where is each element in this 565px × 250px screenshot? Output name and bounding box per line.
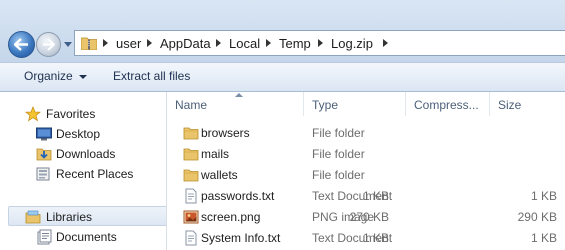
file-compressed-size: 270 KB [349, 210, 389, 224]
column-header-compressed[interactable]: Compress... [406, 92, 490, 116]
text-file-icon [185, 230, 197, 246]
file-name: passwords.txt [201, 189, 275, 203]
breadcrumb-separator-icon[interactable] [383, 39, 388, 47]
file-row-system-info-txt[interactable]: System Info.txt Text Document 1 KB 1 KB [167, 228, 565, 249]
file-size: 290 KB [517, 210, 557, 224]
column-header-size[interactable]: Size [490, 92, 565, 116]
extract-all-files-button[interactable]: Extract all files [113, 69, 190, 83]
breadcrumb-temp[interactable]: Temp [279, 36, 311, 51]
file-list: Name Type Compress... Size browsers File… [167, 92, 565, 250]
column-header-name[interactable]: Name [167, 92, 304, 116]
command-toolbar: Organize Extract all files [0, 62, 565, 92]
file-name: wallets [201, 168, 238, 182]
file-type: File folder [312, 126, 365, 140]
nav-item-recent-places[interactable]: Recent Places [0, 164, 166, 184]
breadcrumb-separator-icon[interactable] [103, 39, 108, 47]
breadcrumb-separator-icon[interactable] [147, 39, 152, 47]
recent-places-icon [36, 167, 50, 181]
back-arrow-icon [14, 38, 28, 51]
chevron-down-icon [78, 74, 87, 79]
file-compressed-size: 1 KB [362, 189, 389, 203]
back-button[interactable] [8, 31, 35, 58]
forward-button[interactable] [36, 32, 61, 57]
desktop-icon [36, 127, 52, 141]
breadcrumb-separator-icon[interactable] [266, 39, 271, 47]
nav-item-desktop[interactable]: Desktop [0, 124, 166, 144]
sort-ascending-icon [235, 93, 243, 97]
nav-item-label: Downloads [56, 147, 116, 161]
file-row-browsers[interactable]: browsers File folder [167, 123, 565, 144]
folder-icon [183, 127, 199, 140]
libraries-icon [25, 210, 41, 224]
column-header-label: Name [175, 98, 208, 112]
nav-libraries-label: Libraries [46, 210, 93, 224]
file-row-mails[interactable]: mails File folder [167, 144, 565, 165]
file-row-screen-png[interactable]: screen.png PNG image 270 KB 290 KB [167, 207, 565, 228]
file-size: 1 KB [530, 231, 557, 245]
star-icon [25, 106, 41, 122]
folder-icon [183, 169, 199, 182]
column-header-label: Compress... [414, 98, 479, 112]
breadcrumb-local[interactable]: Local [229, 36, 260, 51]
nav-favorites[interactable]: Favorites [0, 104, 166, 124]
file-row-passwords-txt[interactable]: passwords.txt Text Document 1 KB 1 KB [167, 186, 565, 207]
text-file-icon [185, 188, 197, 204]
organize-label: Organize [24, 69, 73, 83]
recent-pages-dropdown-icon[interactable] [64, 42, 72, 47]
nav-item-documents[interactable]: Documents [0, 227, 166, 247]
nav-item-label: Recent Places [56, 167, 134, 181]
zip-folder-icon [81, 37, 97, 50]
file-name: browsers [201, 126, 250, 140]
nav-item-label: Desktop [56, 127, 101, 141]
column-header-label: Type [312, 98, 339, 112]
breadcrumb-appdata[interactable]: AppData [160, 36, 211, 51]
file-type: File folder [312, 168, 365, 182]
address-bar-region: user AppData Local Temp Log.zip [0, 0, 565, 62]
file-name: System Info.txt [201, 231, 281, 245]
forward-arrow-icon [43, 38, 55, 51]
column-header-label: Size [498, 98, 522, 112]
file-name: mails [201, 147, 230, 161]
address-bar[interactable]: user AppData Local Temp Log.zip [74, 30, 565, 56]
documents-icon [37, 229, 52, 245]
navigation-pane: Favorites Desktop Downloads Recent Place… [0, 92, 168, 250]
breadcrumb-log-zip[interactable]: Log.zip [331, 36, 373, 51]
breadcrumb-user[interactable]: user [116, 36, 141, 51]
downloads-icon [36, 148, 52, 161]
nav-item-label: Documents [56, 230, 117, 244]
nav-libraries[interactable]: Libraries [8, 206, 168, 226]
image-file-icon [183, 210, 199, 224]
file-row-wallets[interactable]: wallets File folder [167, 165, 565, 186]
folder-icon [183, 148, 199, 161]
file-size: 1 KB [530, 189, 557, 203]
column-header-type[interactable]: Type [304, 92, 406, 116]
nav-item-downloads[interactable]: Downloads [0, 144, 166, 164]
file-compressed-size: 1 KB [362, 231, 389, 245]
file-type: File folder [312, 147, 365, 161]
breadcrumb-separator-icon[interactable] [216, 39, 221, 47]
breadcrumb-separator-icon[interactable] [318, 39, 323, 47]
organize-button[interactable]: Organize [24, 69, 87, 83]
nav-favorites-label: Favorites [46, 107, 96, 121]
file-name: screen.png [201, 210, 261, 224]
